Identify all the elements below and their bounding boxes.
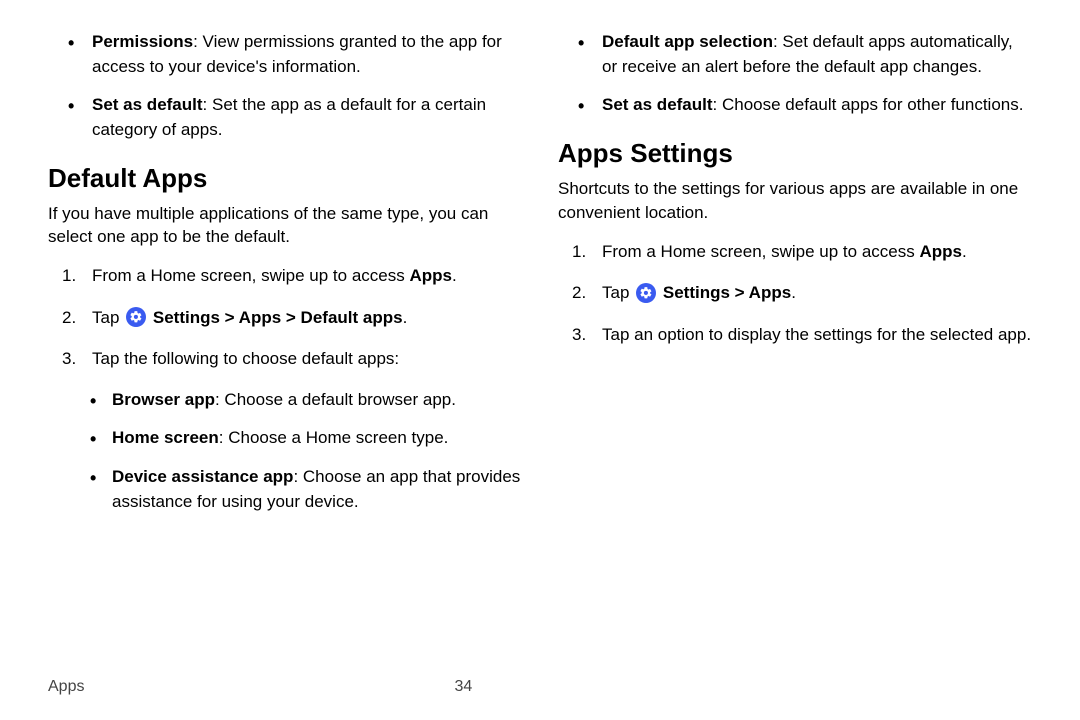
step-text: Tap — [92, 308, 124, 327]
step-item: Tap Settings > Apps. — [558, 280, 1032, 306]
step-item: Tap an option to display the settings fo… — [558, 322, 1032, 348]
list-item: Device assistance app: Choose an app tha… — [48, 465, 522, 514]
term: Home screen — [112, 428, 219, 447]
right-top-bullets: Default app selection: Set default apps … — [558, 30, 1032, 118]
step-text: . — [452, 266, 457, 285]
page-content: Permissions: View permissions granted to… — [0, 0, 1080, 528]
term: Browser app — [112, 390, 215, 409]
step-text: Tap the following to choose default apps… — [92, 349, 399, 368]
left-sub-bullets: Browser app: Choose a default browser ap… — [48, 388, 522, 515]
step-item: Tap the following to choose default apps… — [48, 346, 522, 372]
left-column: Permissions: View permissions granted to… — [48, 30, 522, 528]
step-text: From a Home screen, swipe up to access — [92, 266, 409, 285]
left-steps: From a Home screen, swipe up to access A… — [48, 263, 522, 372]
term-text: : Choose a Home screen type. — [219, 428, 449, 447]
step-text: . — [962, 242, 967, 261]
term-text: : Choose default apps for other function… — [713, 95, 1024, 114]
heading-apps-settings: Apps Settings — [558, 138, 1032, 169]
list-item: Home screen: Choose a Home screen type. — [48, 426, 522, 451]
intro-text: Shortcuts to the settings for various ap… — [558, 177, 1032, 225]
step-text: . — [791, 283, 796, 302]
footer-section: Apps — [48, 678, 84, 696]
step-text: Tap an option to display the settings fo… — [602, 325, 1031, 344]
step-bold: Settings > Apps > Default apps — [153, 308, 403, 327]
intro-text: If you have multiple applications of the… — [48, 202, 522, 250]
page-footer: Apps 34 — [48, 678, 1032, 696]
term-text: : Choose a default browser app. — [215, 390, 456, 409]
list-item: Set as default: Set the app as a default… — [48, 93, 522, 142]
term: Default app selection — [602, 32, 773, 51]
term: Device assistance app — [112, 467, 293, 486]
list-item: Permissions: View permissions granted to… — [48, 30, 522, 79]
step-text: From a Home screen, swipe up to access — [602, 242, 919, 261]
footer-page-number: 34 — [454, 678, 472, 696]
step-bold: Apps — [409, 266, 452, 285]
term: Permissions — [92, 32, 193, 51]
step-item: From a Home screen, swipe up to access A… — [48, 263, 522, 289]
settings-icon — [636, 283, 656, 303]
left-top-bullets: Permissions: View permissions granted to… — [48, 30, 522, 143]
heading-default-apps: Default Apps — [48, 163, 522, 194]
step-item: From a Home screen, swipe up to access A… — [558, 239, 1032, 265]
list-item: Browser app: Choose a default browser ap… — [48, 388, 522, 413]
term: Set as default — [92, 95, 203, 114]
step-text: Tap — [602, 283, 634, 302]
right-steps: From a Home screen, swipe up to access A… — [558, 239, 1032, 348]
step-text: . — [403, 308, 408, 327]
step-item: Tap Settings > Apps > Default apps. — [48, 305, 522, 331]
right-column: Default app selection: Set default apps … — [558, 30, 1032, 528]
term: Set as default — [602, 95, 713, 114]
step-bold: Settings > Apps — [663, 283, 791, 302]
step-bold: Apps — [919, 242, 962, 261]
settings-icon — [126, 307, 146, 327]
list-item: Set as default: Choose default apps for … — [558, 93, 1032, 118]
list-item: Default app selection: Set default apps … — [558, 30, 1032, 79]
